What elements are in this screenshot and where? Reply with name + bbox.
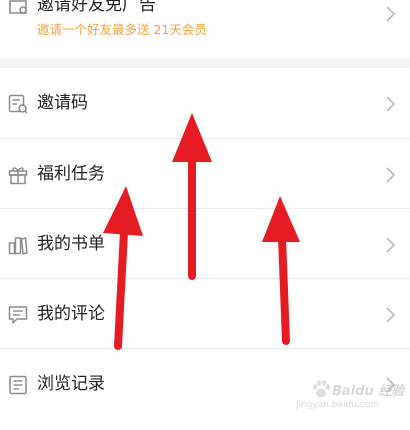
- paw-logo-icon: [312, 380, 331, 398]
- comment-icon: [8, 306, 28, 324]
- invite-ticket-icon: [9, 0, 27, 14]
- booklist-icon: [8, 237, 28, 255]
- menu-item-label: 我的书单: [37, 234, 105, 254]
- menu-item-label: 我的评论: [37, 304, 105, 324]
- menu-list: 邀请码 福利任务 我的书单 我的评论 浏览记录: [0, 68, 410, 418]
- history-icon: [9, 375, 27, 395]
- menu-item-label: 福利任务: [37, 164, 105, 184]
- watermark-url: jingyan.baidu.com: [296, 400, 380, 410]
- gift-icon: [8, 167, 28, 185]
- menu-item-label: 邀请码: [37, 93, 88, 113]
- baidu-watermark: Baidu 经验 jingyan.baidu.com: [296, 378, 404, 418]
- menu-item-my-booklist[interactable]: 我的书单: [0, 208, 410, 278]
- invite-friends-item[interactable]: 邀请好友免广告 邀请一个好友最多送 21天会员: [0, 0, 410, 58]
- watermark-text: Baidu 经验: [332, 384, 405, 399]
- chevron-right-icon: [386, 167, 396, 183]
- invite-friends-subtitle: 邀请一个好友最多送 21天会员: [37, 22, 207, 37]
- chevron-right-icon: [386, 307, 396, 323]
- chevron-right-icon: [386, 237, 396, 253]
- invite-code-icon: [8, 94, 28, 114]
- menu-item-my-comments[interactable]: 我的评论: [0, 278, 410, 348]
- invite-friends-title: 邀请好友免广告: [37, 0, 156, 15]
- menu-item-welfare-tasks[interactable]: 福利任务: [0, 138, 410, 208]
- menu-item-invite-code[interactable]: 邀请码: [0, 68, 410, 138]
- menu-item-label: 浏览记录: [37, 374, 105, 394]
- section-divider: [0, 58, 410, 68]
- chevron-right-icon: [386, 6, 396, 22]
- chevron-right-icon: [386, 96, 396, 112]
